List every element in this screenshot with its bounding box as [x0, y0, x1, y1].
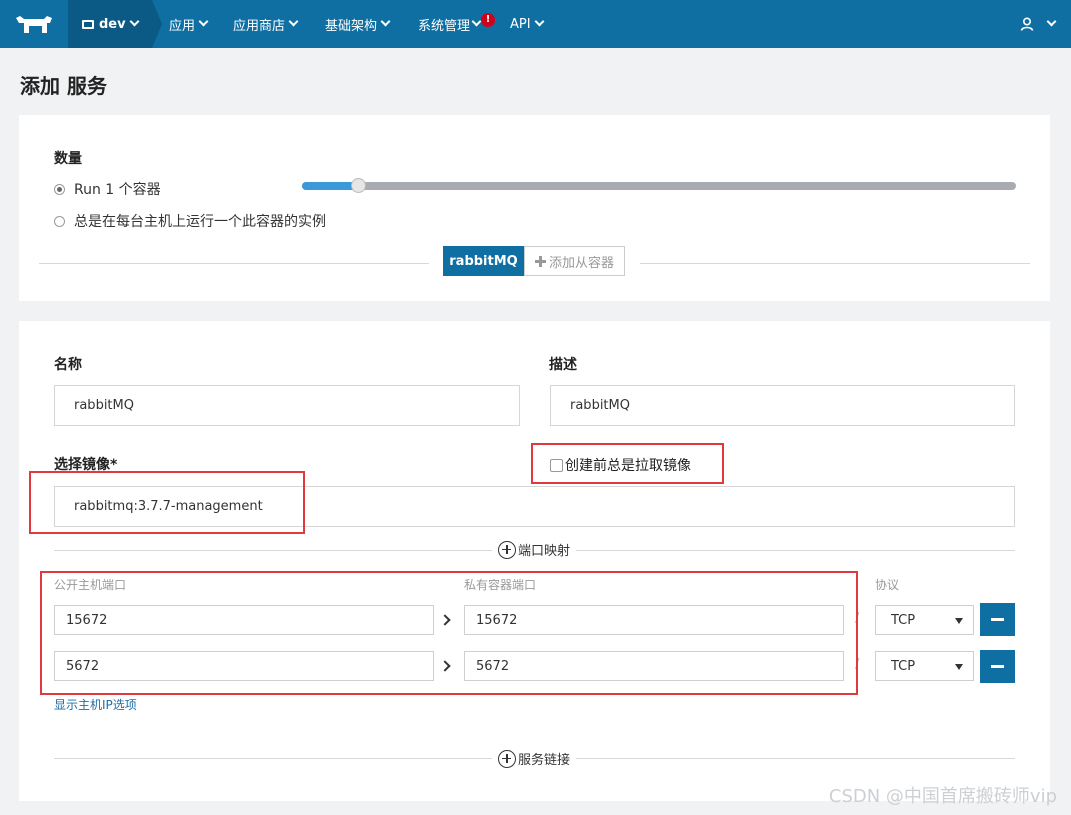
alert-badge: ! — [481, 13, 496, 27]
chevron-down-icon — [198, 16, 209, 27]
scale-label: 数量 — [54, 151, 82, 167]
radio-unselected-icon — [54, 215, 65, 227]
top-nav: dev 应用 应用商店 基础架构 系统管理! API — [0, 0, 1071, 48]
chevron-down-icon — [129, 16, 140, 27]
port-mapping-label: 端口映射 — [518, 544, 571, 559]
highlight-box — [40, 571, 858, 695]
radio-run-count[interactable]: Run 1 个容器 — [54, 179, 161, 199]
radio-global-label: 总是在每台主机上运行一个此容器的实例 — [74, 214, 326, 230]
add-circle-icon — [498, 540, 516, 559]
radio-selected-icon — [54, 183, 65, 195]
chevron-down-icon — [534, 16, 545, 27]
nav-item-infrastructure[interactable]: 基础架构 — [325, 0, 391, 48]
add-sidekick-button[interactable]: 添加从容器 — [524, 246, 625, 276]
service-form-card: 名称 rabbitMQ 描述 rabbitMQ 选择镜像* rabbitmq:3… — [19, 321, 1050, 801]
protocol-select[interactable]: TCP — [875, 651, 974, 681]
environment-label: dev — [99, 16, 126, 32]
protocol-label: 协议 — [875, 578, 900, 592]
highlight-box — [29, 471, 305, 534]
description-label: 描述 — [549, 357, 577, 373]
add-circle-icon — [498, 749, 516, 768]
scale-slider[interactable] — [302, 178, 1016, 193]
service-links-label: 服务链接 — [518, 753, 571, 768]
chevron-down-icon — [1046, 16, 1057, 27]
environment-switcher[interactable]: dev — [68, 0, 162, 48]
name-label: 名称 — [54, 357, 82, 373]
slider-handle[interactable] — [351, 178, 366, 193]
caret-down-icon — [955, 618, 963, 624]
nav-item-catalog[interactable]: 应用商店 — [233, 0, 299, 48]
plus-icon — [534, 255, 546, 267]
nav-item-label: 基础架构 — [325, 18, 378, 34]
nav-item-apps[interactable]: 应用 — [169, 0, 209, 48]
add-sidekick-label: 添加从容器 — [548, 255, 614, 271]
show-host-ip-link[interactable]: 显示主机IP选项 — [54, 696, 137, 713]
remove-port-button[interactable] — [980, 650, 1015, 683]
nav-item-api[interactable]: API — [510, 0, 545, 48]
highlight-box — [531, 443, 724, 484]
divider — [640, 263, 1030, 264]
user-icon — [1020, 17, 1034, 31]
nav-item-label: 应用商店 — [233, 18, 286, 34]
nav-item-label: 应用 — [169, 18, 196, 34]
chevron-down-icon — [380, 16, 391, 27]
watermark: CSDN @中国首席搬砖师vip — [828, 786, 1057, 807]
chevron-down-icon — [471, 16, 482, 27]
rancher-logo-icon[interactable] — [14, 14, 54, 36]
service-links-section[interactable]: 服务链接 — [492, 749, 577, 768]
protocol-select[interactable]: TCP — [875, 605, 974, 635]
nav-item-admin[interactable]: 系统管理! — [418, 0, 496, 48]
environment-icon — [82, 19, 94, 29]
nav-item-label: API — [510, 16, 531, 32]
caret-down-icon — [955, 664, 963, 670]
protocol-value: TCP — [891, 658, 916, 674]
radio-run-label: Run 1 个容器 — [74, 182, 161, 198]
port-mapping-section[interactable]: 端口映射 — [492, 540, 577, 559]
protocol-value: TCP — [891, 612, 916, 628]
description-input[interactable]: rabbitMQ — [550, 385, 1015, 426]
tab-rabbitmq[interactable]: rabbitMQ — [443, 246, 524, 276]
user-menu[interactable] — [1020, 0, 1057, 48]
radio-global[interactable]: 总是在每台主机上运行一个此容器的实例 — [54, 211, 326, 231]
chevron-down-icon — [288, 16, 299, 27]
divider — [39, 263, 429, 264]
name-input[interactable]: rabbitMQ — [54, 385, 520, 426]
page-title: 添加 服务 — [20, 74, 107, 98]
nav-item-label: 系统管理 — [418, 18, 471, 34]
remove-port-button[interactable] — [980, 603, 1015, 636]
scale-card: 数量 Run 1 个容器 总是在每台主机上运行一个此容器的实例 rabbitMQ… — [19, 115, 1050, 301]
